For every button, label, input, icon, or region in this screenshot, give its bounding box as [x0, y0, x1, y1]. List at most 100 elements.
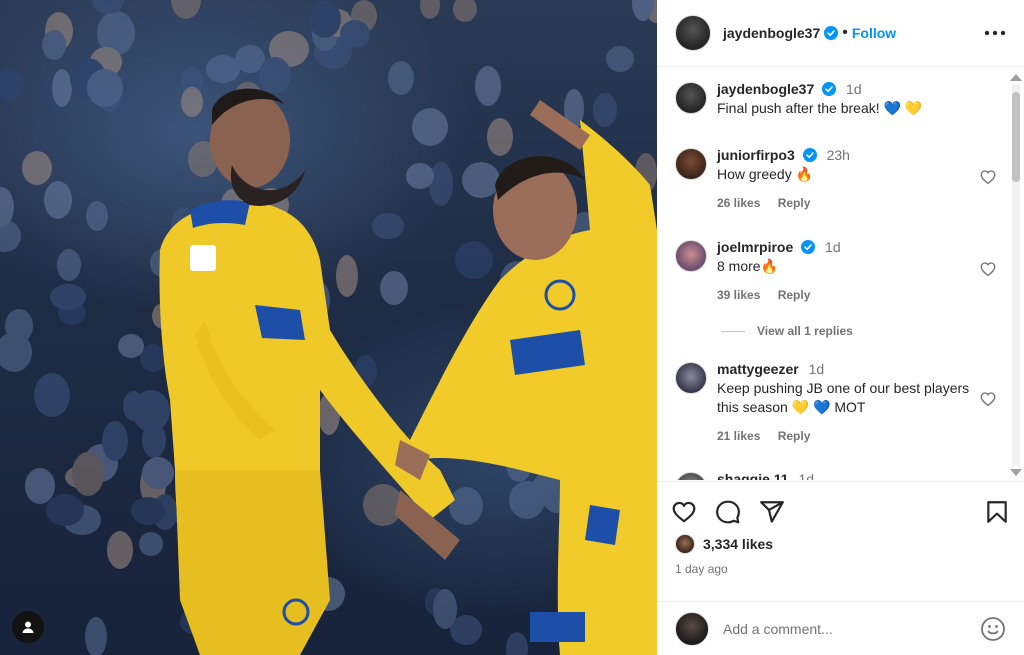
caption-text: Final push after the break! 💙 💛	[717, 100, 923, 116]
comment-username[interactable]: shaggie 11	[717, 471, 789, 480]
comment-item: joelmrpiroe 1d 8 more🔥 39 likes Reply	[675, 238, 996, 305]
crowd-blob	[72, 452, 104, 496]
post-time: 1 day ago	[675, 562, 728, 576]
crowd-blob	[0, 187, 14, 227]
post-header: jaydenbogle37 • Follow	[657, 0, 1024, 67]
comment-time: 23h	[826, 147, 850, 163]
comment-likes[interactable]: 26 likes	[717, 196, 760, 210]
comment-text: Keep pushing JB one of our best players …	[717, 380, 970, 415]
comment-avatar[interactable]	[675, 472, 707, 480]
crowd-blob	[131, 497, 165, 525]
crowd-blob	[336, 255, 358, 297]
crowd-blob	[42, 30, 66, 60]
crowd-blob	[309, 0, 341, 38]
comment-time: 1d	[808, 361, 825, 377]
crowd-blob	[139, 532, 163, 556]
comment-username[interactable]: mattygeezer	[717, 361, 799, 377]
follow-button[interactable]: Follow	[852, 25, 896, 41]
caption-username[interactable]: jaydenbogle37	[717, 81, 814, 97]
crowd-blob	[388, 61, 414, 95]
crowd-blob	[593, 93, 617, 127]
heart-icon[interactable]	[979, 260, 997, 278]
verified-badge-icon	[822, 82, 837, 96]
crowd-blob	[433, 589, 457, 629]
likes-count[interactable]: 3,334 likes	[703, 536, 773, 552]
current-user-avatar	[675, 611, 709, 646]
comment-username[interactable]: juniorfirpo3	[717, 147, 795, 163]
crowd-blob	[57, 249, 81, 281]
verified-badge-icon	[824, 26, 839, 40]
scroll-thumb[interactable]	[1012, 92, 1020, 182]
dot-separator: •	[842, 24, 848, 41]
crowd-blob	[46, 494, 84, 526]
verified-badge-icon	[801, 240, 816, 254]
crowd-blob	[85, 617, 107, 655]
author-username[interactable]: jaydenbogle37	[723, 25, 820, 41]
comment-icon[interactable]	[715, 499, 741, 525]
comment-likes[interactable]: 21 likes	[717, 429, 760, 443]
crowd-blob	[206, 55, 240, 83]
crowd-blob	[487, 118, 513, 156]
view-replies-label: View all 1 replies	[757, 324, 853, 338]
post-actions: 3,334 likes 1 day ago	[657, 481, 1024, 601]
add-comment-input[interactable]	[723, 620, 980, 637]
comment-time: 1d	[825, 239, 841, 255]
comment-item: mattygeezer 1d Keep pushing JB one of ou…	[675, 360, 996, 446]
crowd-blob	[506, 632, 528, 655]
crowd-blob	[181, 87, 203, 117]
crowd-blob	[462, 162, 500, 198]
user-icon	[22, 621, 34, 633]
post-photo[interactable]	[0, 0, 657, 655]
share-icon[interactable]	[759, 499, 785, 525]
crowd-blob	[171, 0, 201, 19]
comment-avatar[interactable]	[675, 148, 707, 180]
comment-text: 8 more🔥	[717, 258, 779, 274]
emoji-icon[interactable]	[980, 616, 1006, 642]
crowd-blob	[449, 487, 483, 525]
reply-button[interactable]: Reply	[778, 429, 811, 443]
save-bookmark-icon[interactable]	[984, 499, 1010, 525]
like-heart-icon[interactable]	[671, 499, 697, 525]
crowd-blob	[340, 20, 370, 48]
crowd-blob	[5, 309, 33, 343]
comment-username[interactable]: joelmrpiroe	[717, 239, 793, 255]
crowd-blob	[372, 213, 404, 239]
heart-icon[interactable]	[979, 168, 997, 186]
reply-button[interactable]: Reply	[778, 196, 811, 210]
crowd-blob	[34, 373, 70, 417]
caption-avatar[interactable]	[675, 82, 707, 114]
comment-likes[interactable]: 39 likes	[717, 288, 760, 302]
crowd-blob	[259, 57, 291, 93]
author-avatar[interactable]	[675, 15, 711, 51]
crowd-blob	[453, 0, 477, 22]
replies-divider	[721, 330, 745, 332]
crowd-blob	[420, 0, 440, 19]
crowd-blob	[87, 69, 123, 107]
comment-avatar[interactable]	[675, 240, 707, 272]
scroll-up-icon[interactable]	[1010, 74, 1022, 81]
verified-badge-icon	[802, 148, 817, 162]
comments-scrollbar[interactable]	[1009, 70, 1022, 480]
heart-icon[interactable]	[979, 390, 997, 408]
crowd-blob	[50, 284, 86, 310]
crowd-background	[0, 0, 657, 655]
crowd-blob	[22, 151, 52, 185]
crowd-blob	[123, 391, 145, 421]
comment-avatar[interactable]	[675, 362, 707, 394]
scroll-down-icon[interactable]	[1010, 469, 1022, 476]
crowd-blob	[44, 181, 72, 219]
view-replies-button[interactable]: View all 1 replies	[721, 324, 853, 338]
liker-avatar	[675, 534, 695, 554]
comment-item: juniorfirpo3 23h How greedy 🔥 26 likes R…	[675, 146, 996, 213]
more-horizontal-icon[interactable]	[984, 30, 1006, 36]
crowd-blob	[0, 68, 23, 102]
comments-list[interactable]: jaydenbogle37 1d Final push after the br…	[657, 68, 1024, 480]
crowd-blob	[475, 66, 501, 106]
crowd-blob	[455, 241, 493, 279]
comment-item: shaggie 11 1d	[675, 470, 993, 480]
reply-button[interactable]: Reply	[778, 288, 811, 302]
crowd-blob	[107, 531, 133, 569]
crowd-blob	[102, 421, 128, 461]
user-tags-button[interactable]	[12, 611, 44, 643]
crowd-blob	[380, 271, 408, 305]
